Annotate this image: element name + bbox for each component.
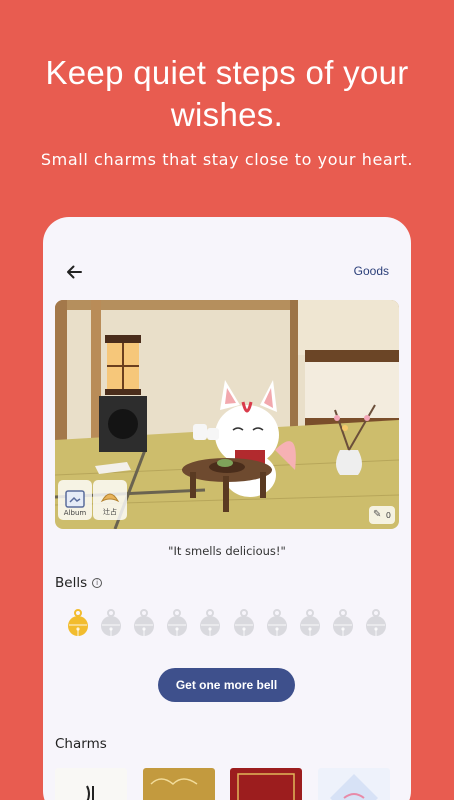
charm-card[interactable]: [143, 768, 215, 800]
cat-quote: "It smells delicious!": [168, 544, 286, 558]
info-icon[interactable]: i: [92, 578, 103, 588]
promo-headline: Keep quiet steps of your wishes.: [0, 52, 454, 136]
album-button[interactable]: Album: [58, 480, 92, 520]
bell-icon-empty: [233, 609, 254, 636]
album-label: Album: [63, 509, 87, 517]
room-scene[interactable]: Album 辻占 ✎ 0: [55, 300, 399, 529]
counter-value: 0: [385, 510, 391, 520]
bell-icon-empty: [365, 609, 386, 636]
headline-line-1: Keep quiet steps of your: [45, 54, 409, 91]
feather-icon: ✎: [373, 509, 382, 520]
photo-album-icon: [65, 490, 85, 508]
bells-header: Bells i: [55, 575, 103, 591]
charm-image: [86, 785, 94, 800]
feather-counter[interactable]: ✎ 0: [369, 506, 395, 524]
goods-link[interactable]: Goods: [354, 264, 389, 278]
promo-subline: Small charms that stay close to your hea…: [40, 150, 414, 169]
phone-screen: Goods Album 辻占 ✎ 0 "It smells delicious!…: [43, 217, 411, 800]
bell-icon-empty: [167, 609, 188, 636]
fortune-label: 辻占: [103, 508, 117, 516]
back-button[interactable]: [63, 259, 85, 285]
bell-icon-empty: [101, 609, 122, 636]
arrow-left-icon: [67, 265, 82, 279]
bell-icon-empty: [299, 609, 320, 636]
top-bar: Goods: [43, 259, 411, 285]
bell-icon-filled: [68, 609, 88, 636]
charm-card[interactable]: [230, 768, 302, 800]
bell-icon-empty: [266, 609, 287, 636]
headline-line-2: wishes.: [170, 96, 284, 133]
fortune-button[interactable]: 辻占: [93, 480, 127, 520]
bell-icon-empty: [332, 609, 353, 636]
get-more-bell-button[interactable]: Get one more bell: [158, 668, 295, 702]
charm-image: [237, 773, 295, 800]
fortune-cookie-icon: [100, 493, 120, 503]
bells-row: [65, 607, 389, 639]
charm-card[interactable]: [55, 768, 127, 800]
bells-title: Bells: [55, 575, 88, 591]
charm-image: [150, 778, 198, 786]
charms-title: Charms: [55, 736, 107, 752]
bell-icon-empty: [134, 609, 155, 636]
charm-card[interactable]: [318, 768, 390, 800]
charm-image: [330, 774, 378, 800]
bell-icon-empty: [200, 609, 221, 636]
